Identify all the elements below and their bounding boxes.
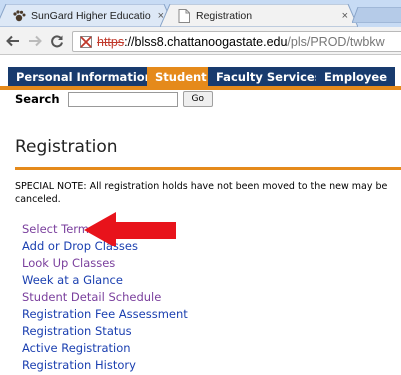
url-scheme: https bbox=[97, 34, 125, 49]
browser-tab-registration[interactable]: Registration × bbox=[160, 4, 358, 27]
back-arrow-icon[interactable] bbox=[4, 32, 22, 50]
new-tab-button[interactable] bbox=[352, 7, 401, 23]
search-row: Search Go bbox=[15, 90, 214, 108]
url-host: ://blss8.chattanoogastate.edu bbox=[124, 34, 288, 49]
week-at-a-glance-link[interactable]: Week at a Glance bbox=[22, 273, 123, 287]
tab-title: SunGard Higher Educatio bbox=[31, 9, 151, 22]
menu-item-detail-schedule: Student Detail Schedule bbox=[22, 290, 188, 307]
tab-employee[interactable]: Employee bbox=[316, 67, 396, 86]
student-detail-schedule-link[interactable]: Student Detail Schedule bbox=[22, 290, 161, 304]
tab-student[interactable]: Student bbox=[147, 67, 215, 86]
reload-icon[interactable] bbox=[48, 32, 66, 50]
address-bar[interactable]: https ://blss8.chattanoogastate.edu /pls… bbox=[72, 31, 401, 52]
registration-fee-assessment-link[interactable]: Registration Fee Assessment bbox=[22, 307, 188, 321]
page-icon bbox=[178, 8, 190, 23]
tab-title: Registration bbox=[196, 9, 253, 22]
lock-broken-icon[interactable] bbox=[79, 35, 93, 49]
tab-label: Employee bbox=[324, 69, 388, 84]
forward-arrow-icon[interactable] bbox=[26, 32, 44, 50]
registration-status-link[interactable]: Registration Status bbox=[22, 324, 132, 338]
search-input[interactable] bbox=[67, 91, 178, 107]
menu-item-fee: Registration Fee Assessment bbox=[22, 307, 188, 324]
registration-history-link[interactable]: Registration History bbox=[22, 358, 136, 372]
menu-item-status: Registration Status bbox=[22, 324, 188, 341]
tab-faculty-services[interactable]: Faculty Services bbox=[208, 67, 330, 86]
tab-label: Faculty Services bbox=[216, 69, 322, 84]
paw-icon bbox=[12, 9, 26, 23]
tab-label: Student bbox=[155, 69, 207, 84]
browser-tabstrip: SunGard Higher Educatio × Registration × bbox=[0, 0, 401, 27]
go-button[interactable]: Go bbox=[182, 91, 214, 107]
browser-tab-sungard[interactable]: SunGard Higher Educatio × bbox=[0, 4, 174, 27]
select-term-link[interactable]: Select Term bbox=[22, 222, 89, 236]
title-divider bbox=[15, 167, 401, 170]
active-registration-link[interactable]: Active Registration bbox=[22, 341, 131, 355]
look-up-classes-link[interactable]: Look Up Classes bbox=[22, 256, 115, 270]
menu-item-active: Active Registration bbox=[22, 341, 188, 358]
search-label: Search bbox=[15, 92, 60, 106]
tab-label: Personal Information bbox=[16, 69, 153, 84]
tab-personal-information[interactable]: Personal Information bbox=[8, 67, 161, 86]
menu-item-look-up: Look Up Classes bbox=[22, 256, 188, 273]
url-path: /pls/PROD/twbkw bbox=[287, 34, 385, 49]
red-arrow-annotation bbox=[84, 212, 176, 246]
menu-item-week: Week at a Glance bbox=[22, 273, 188, 290]
special-note: SPECIAL NOTE: All registration holds hav… bbox=[15, 181, 388, 205]
menu-item-history: Registration History bbox=[22, 358, 188, 375]
main-nav: Personal Information Student Faculty Ser… bbox=[0, 64, 401, 87]
close-icon[interactable]: × bbox=[336, 10, 358, 22]
page-title: Registration bbox=[15, 137, 118, 157]
